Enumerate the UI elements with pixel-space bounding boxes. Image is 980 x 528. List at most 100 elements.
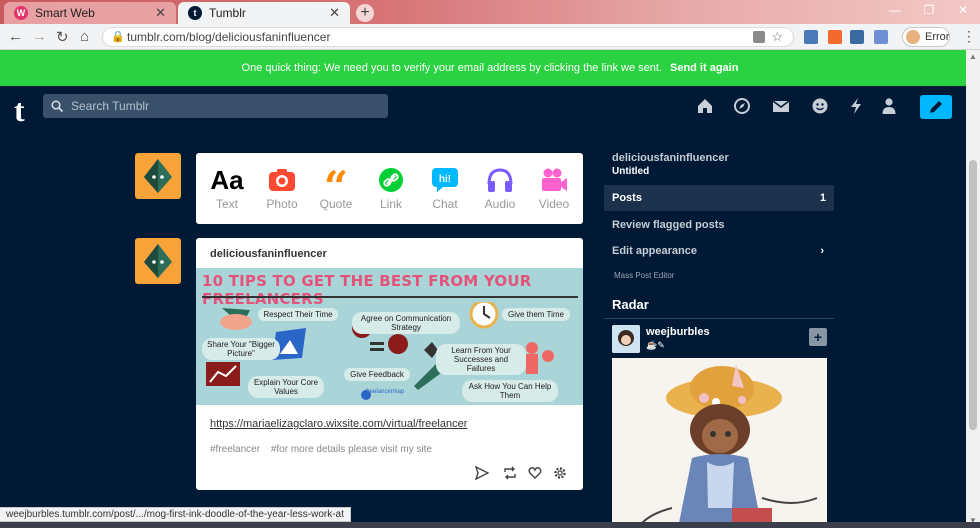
headphones-icon bbox=[473, 163, 527, 197]
sidebar-item-label: Edit appearance bbox=[612, 245, 697, 257]
url-text: tumblr.com/blog/deliciousfaninfluencer bbox=[127, 30, 331, 44]
tab-smart-web[interactable]: W Smart Web ✕ bbox=[4, 2, 176, 24]
tip-chip: Learn From Your Successes and Failures bbox=[436, 344, 526, 375]
extension-icon[interactable] bbox=[874, 30, 888, 44]
post-card: deliciousfaninfluencer 10 TIPS TO GET TH… bbox=[196, 238, 583, 490]
browser-toolbar: ← → ↻ ⌂ 🔒 tumblr.com/blog/deliciousfanin… bbox=[0, 24, 980, 50]
link-icon bbox=[364, 163, 418, 197]
close-window-icon[interactable]: ✕ bbox=[946, 0, 980, 22]
extension-icon[interactable] bbox=[850, 30, 864, 44]
minimize-icon[interactable]: — bbox=[878, 0, 912, 22]
tab-title: Smart Web bbox=[35, 6, 95, 20]
post-type-label: Audio bbox=[484, 197, 516, 211]
tip-chip: Give Feedback bbox=[344, 368, 410, 381]
tip-chip: Share Your "Bigger Picture" bbox=[202, 338, 280, 360]
site-settings-icon[interactable] bbox=[753, 31, 765, 43]
text-icon: Aa bbox=[210, 164, 244, 195]
search-input[interactable]: Search Tumblr bbox=[43, 94, 388, 118]
post-type-text[interactable]: Aa Text bbox=[200, 163, 254, 212]
post-blog-name[interactable]: deliciousfaninfluencer bbox=[210, 248, 327, 260]
post-type-chat[interactable]: hi! Chat bbox=[418, 163, 472, 211]
reblog-icon[interactable] bbox=[502, 466, 518, 482]
sidebar-blog-title: Untitled bbox=[612, 166, 650, 177]
svg-text:hi!: hi! bbox=[439, 174, 451, 185]
back-icon[interactable]: ← bbox=[8, 28, 23, 45]
sidebar-item-review-flagged[interactable]: Review flagged posts bbox=[604, 212, 834, 238]
new-tab-button[interactable]: + bbox=[356, 4, 374, 22]
account-icon[interactable] bbox=[878, 97, 900, 117]
tip-chip: Agree on Communication Strategy bbox=[352, 312, 460, 334]
like-heart-icon[interactable] bbox=[527, 466, 543, 482]
post-type-label: Video bbox=[538, 197, 570, 211]
scrollbar-thumb[interactable] bbox=[969, 160, 977, 430]
post-type-label: Chat bbox=[432, 197, 458, 211]
os-taskbar bbox=[0, 522, 980, 528]
close-tab-icon[interactable]: ✕ bbox=[155, 5, 166, 21]
browser-tab-strip: W Smart Web ✕ t Tumblr ✕ + — ❐ ✕ bbox=[0, 0, 980, 24]
share-icon[interactable] bbox=[474, 465, 490, 482]
infographic-brand: freelancermap bbox=[366, 389, 405, 395]
sidebar-blog-name[interactable]: deliciousfaninfluencer bbox=[612, 152, 729, 164]
tumblr-favicon-icon: t bbox=[188, 6, 202, 20]
address-bar[interactable]: 🔒 tumblr.com/blog/deliciousfaninfluencer… bbox=[102, 27, 794, 47]
verify-email-banner: One quick thing: We need you to verify y… bbox=[0, 50, 980, 86]
infographic-image[interactable]: 10 TIPS TO GET THE BEST FROM YOUR FREELA… bbox=[196, 268, 583, 405]
quote-icon: “ bbox=[323, 162, 349, 211]
radar-user-name[interactable]: weejburbles bbox=[646, 326, 710, 338]
post-type-video[interactable]: Video bbox=[527, 163, 581, 211]
profile-avatar bbox=[906, 30, 920, 44]
posts-count: 1 bbox=[819, 192, 826, 204]
home-icon[interactable] bbox=[694, 97, 716, 117]
post-settings-gear-icon[interactable] bbox=[552, 466, 568, 482]
post-type-audio[interactable]: Audio bbox=[473, 163, 527, 211]
post-type-quote[interactable]: “ Quote bbox=[309, 162, 363, 212]
explore-icon[interactable] bbox=[731, 97, 753, 117]
sidebar-item-posts[interactable]: Posts 1 bbox=[604, 185, 834, 211]
tag[interactable]: #freelancer bbox=[210, 444, 260, 455]
close-tab-icon[interactable]: ✕ bbox=[329, 5, 340, 21]
maximize-icon[interactable]: ❐ bbox=[912, 0, 946, 22]
post-type-photo[interactable]: Photo bbox=[255, 163, 309, 211]
sidebar-item-edit-appearance[interactable]: Edit appearance › bbox=[604, 238, 834, 264]
post-tags: #freelancer #for more details please vis… bbox=[210, 444, 440, 455]
bookmark-star-icon[interactable]: ☆ bbox=[771, 28, 783, 46]
extension-icon[interactable] bbox=[804, 30, 818, 44]
radar-heading: Radar bbox=[612, 297, 649, 312]
tab-tumblr[interactable]: t Tumblr ✕ bbox=[178, 2, 350, 24]
post-link[interactable]: https://mariaelizagclaro.wixsite.com/vir… bbox=[210, 418, 467, 430]
search-icon bbox=[51, 94, 64, 120]
mass-post-editor-link[interactable]: Mass Post Editor bbox=[614, 271, 674, 280]
radar-divider bbox=[604, 318, 834, 319]
tag[interactable]: #for more details please visit my site bbox=[271, 444, 432, 455]
profile-error-button[interactable]: Error bbox=[902, 27, 950, 47]
messaging-icon[interactable] bbox=[809, 97, 831, 117]
radar-user-avatar[interactable] bbox=[612, 325, 640, 353]
post-author-avatar[interactable] bbox=[135, 238, 181, 284]
page-scrollbar[interactable]: ▲ ▼ bbox=[966, 50, 980, 528]
tip-chip: Ask How You Can Help Them bbox=[462, 380, 558, 402]
post-type-label: Photo bbox=[266, 197, 298, 211]
scroll-up-icon[interactable]: ▲ bbox=[969, 52, 977, 61]
search-placeholder: Search Tumblr bbox=[71, 99, 150, 113]
compose-post-button[interactable] bbox=[920, 95, 952, 119]
tumblr-logo[interactable]: t bbox=[14, 92, 25, 129]
sidebar-item-label: Posts bbox=[612, 192, 642, 204]
send-it-again-link[interactable]: Send it again bbox=[670, 62, 738, 74]
reload-icon[interactable]: ↻ bbox=[56, 28, 69, 46]
infographic-divider bbox=[202, 296, 578, 298]
video-camera-icon bbox=[527, 163, 581, 197]
post-type-label: Quote bbox=[319, 197, 353, 211]
blog-avatar[interactable] bbox=[135, 153, 181, 199]
follow-button[interactable]: + bbox=[809, 328, 827, 346]
activity-icon[interactable] bbox=[845, 97, 867, 117]
browser-menu-icon[interactable]: ⋮ bbox=[962, 28, 976, 45]
extension-icon[interactable] bbox=[828, 30, 842, 44]
home-browser-icon[interactable]: ⌂ bbox=[80, 28, 89, 45]
sidebar-item-label: Review flagged posts bbox=[612, 219, 725, 231]
post-type-link[interactable]: Link bbox=[364, 163, 418, 211]
inbox-icon[interactable] bbox=[770, 97, 792, 117]
forward-icon[interactable]: → bbox=[32, 28, 47, 45]
tip-chip: Explain Your Core Values bbox=[248, 376, 324, 398]
radar-post-image[interactable] bbox=[612, 358, 827, 528]
radar-user-tagline: ☕✎ bbox=[646, 340, 665, 350]
